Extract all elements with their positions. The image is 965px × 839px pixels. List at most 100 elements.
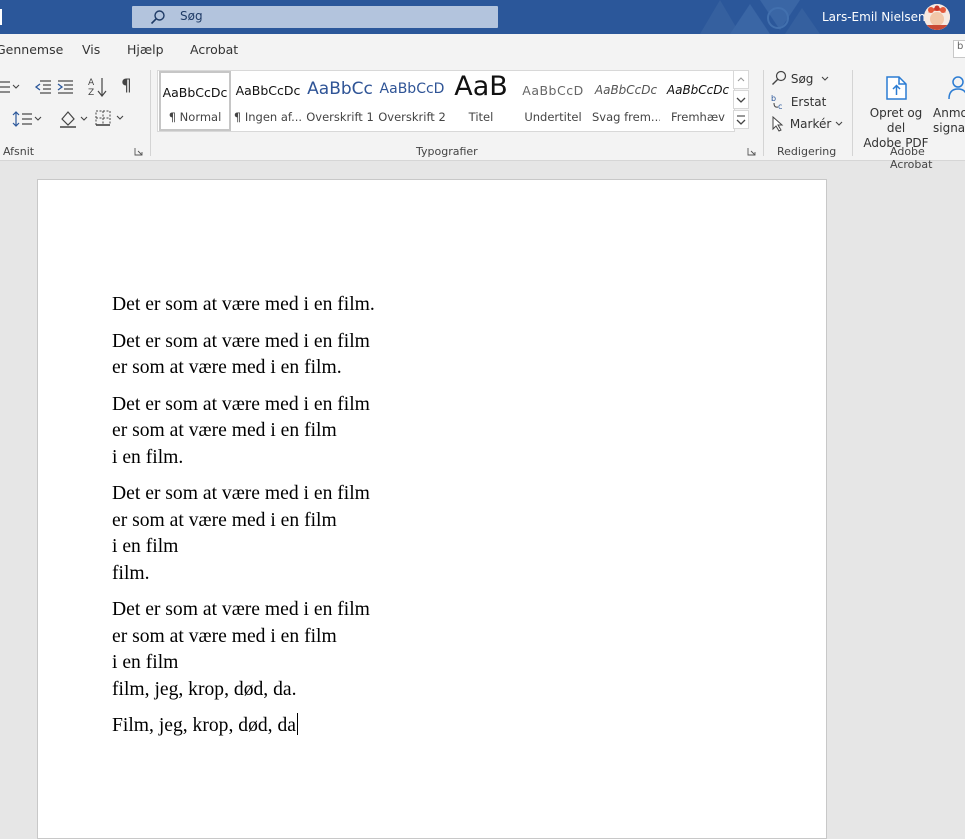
chevron-down-icon [835, 121, 843, 126]
tab-hjaelp[interactable]: Hjælp [127, 42, 164, 57]
gallery-scroll-up[interactable] [733, 70, 749, 89]
style-preview: AaBbCcDc [162, 85, 228, 100]
line-spacing-icon[interactable] [12, 110, 44, 128]
window-edge-marker [0, 9, 2, 25]
find-icon [772, 70, 787, 85]
style-preview: AaBbCcD [522, 83, 584, 98]
svg-text:b: b [771, 94, 776, 103]
style-name: ¶ Ingen af... [233, 110, 303, 124]
select-button[interactable]: Markér [771, 115, 843, 132]
text-line: er som at være med i en film [112, 625, 337, 647]
share-box[interactable]: b [953, 40, 965, 58]
document-page[interactable]: Det er som at være med i en film. Det er… [37, 179, 827, 839]
decrease-indent-icon[interactable] [34, 78, 52, 96]
style-name: Overskrift 2 [378, 110, 446, 124]
paragraph-2[interactable]: Det er som at være med i en film er som … [112, 329, 375, 382]
request-signature-button[interactable]: Anmo signa [933, 106, 965, 136]
style-overskrift-2[interactable]: AaBbCcD Overskrift 2 [376, 71, 448, 131]
ribbon-tabs: Gennemse Vis Hjælp Acrobat b [0, 34, 965, 64]
styles-gallery: AaBbCcDc ¶ Normal AaBbCcDc ¶ Ingen af...… [157, 70, 735, 132]
request-signature-icon [948, 76, 965, 100]
style-name: Svag frem... [592, 110, 660, 124]
text-line: er som at være med i en film [112, 509, 337, 531]
chevron-down-icon [736, 97, 746, 103]
text-line: i en film. [112, 446, 184, 468]
text-line: Film, jeg, krop, død, da [112, 715, 296, 736]
chevron-down-icon [821, 76, 829, 81]
style-undertitel[interactable]: AaBbCcD Undertitel [514, 71, 592, 131]
user-avatar[interactable] [924, 4, 950, 30]
search-box[interactable]: Søg [132, 6, 498, 28]
group-label-redigering: Redigering [777, 145, 837, 158]
style-preview: AaBbCcDc [594, 83, 658, 97]
tab-gennemse[interactable]: Gennemse [0, 42, 63, 57]
sort-icon[interactable]: A Z [88, 76, 108, 98]
text-line: film, jeg, krop, død, da. [112, 678, 297, 700]
paragraph-dialog-launcher-icon[interactable] [134, 147, 143, 156]
style-titel[interactable]: AaB Titel [448, 71, 514, 131]
gallery-more-icon [736, 115, 746, 125]
text-line: film. [112, 562, 150, 584]
replace-button[interactable]: b c Erstat [771, 93, 826, 111]
ribbon: A Z ¶ Afsnit AaBbCcDc ¶ Normal AaBbCcDc [0, 64, 965, 171]
group-separator [763, 70, 764, 156]
style-preview: AaBbCcDc [666, 83, 730, 97]
style-name: Fremhæv [671, 110, 725, 124]
style-preview: AaBbCcDc [235, 83, 301, 98]
style-name: Titel [468, 110, 494, 124]
text-line: Det er som at være med i en film [112, 483, 370, 504]
borders-icon[interactable] [95, 110, 127, 128]
style-fremhaev[interactable]: AaBbCcDc Fremhæv [662, 71, 734, 131]
gallery-scroll-down[interactable] [733, 90, 749, 109]
style-preview: AaBbCcD [379, 81, 445, 97]
paragraph-1[interactable]: Det er som at være med i en film. [112, 292, 375, 319]
bullets-dropdown-icon[interactable] [0, 78, 22, 96]
find-button[interactable]: Søg [771, 70, 829, 86]
pilcrow-icon[interactable]: ¶ [121, 76, 132, 96]
group-label-afsnit: Afsnit [3, 145, 35, 158]
group-separator [852, 70, 853, 156]
create-pdf-icon [886, 76, 907, 100]
style-svag-fremhaevning[interactable]: AaBbCcDc Svag frem... [592, 71, 660, 131]
style-overskrift-1[interactable]: AaBbCc Overskrift 1 [304, 71, 376, 131]
styles-dialog-launcher-icon[interactable] [747, 147, 756, 156]
style-preview: AaBbCc [307, 79, 373, 99]
text-line: Det er som at være med i en film [112, 393, 370, 415]
group-label-typografier: Typografier [416, 145, 478, 158]
text-line: Det er som at være med i en film [112, 599, 370, 620]
request-signature-label-line1: Anmo [933, 106, 965, 120]
increase-indent-icon[interactable] [57, 78, 75, 96]
text-line: i en film [112, 536, 179, 557]
select-label: Markér [789, 117, 832, 131]
replace-icon: b c [771, 94, 782, 111]
title-bar: Søg Lars-Emil Nielsen [0, 0, 965, 34]
style-preview: AaB [454, 71, 508, 102]
cursor-arrow-icon [772, 115, 784, 132]
avatar-image [924, 4, 950, 30]
paragraph-5[interactable]: Det er som at være med i en film er som … [112, 597, 375, 703]
shading-icon[interactable] [58, 109, 92, 129]
group-separator [150, 70, 151, 156]
text-cursor [296, 713, 298, 735]
style-normal[interactable]: AaBbCcDc ¶ Normal [159, 71, 231, 131]
paragraph-4[interactable]: Det er som at være med i en film er som … [112, 481, 375, 587]
request-signature-label-line2: signa [933, 121, 965, 135]
gallery-expand[interactable] [733, 110, 749, 129]
style-name: Undertitel [524, 110, 582, 124]
text-line: Det er som at være med i en film [112, 330, 370, 352]
find-label: Søg [790, 72, 814, 86]
style-name: Overskrift 1 [306, 110, 374, 124]
svg-text:Z: Z [88, 88, 94, 98]
paragraph-6[interactable]: Film, jeg, krop, død, da [112, 713, 375, 740]
titlebar-decoration [700, 0, 820, 34]
tab-vis[interactable]: Vis [82, 42, 100, 57]
paragraph-3[interactable]: Det er som at være med i en film er som … [112, 392, 375, 472]
style-ingen-afstand[interactable]: AaBbCcDc ¶ Ingen af... [232, 71, 304, 131]
text-line: i en film [112, 652, 179, 673]
tab-acrobat[interactable]: Acrobat [190, 42, 238, 57]
group-label-adobe-acrobat: Adobe Acrobat [890, 145, 933, 171]
document-body[interactable]: Det er som at være med i en film. Det er… [112, 292, 375, 750]
text-line: er som at være med i en film [112, 420, 337, 441]
user-name[interactable]: Lars-Emil Nielsen [822, 10, 926, 24]
search-icon [150, 10, 165, 25]
